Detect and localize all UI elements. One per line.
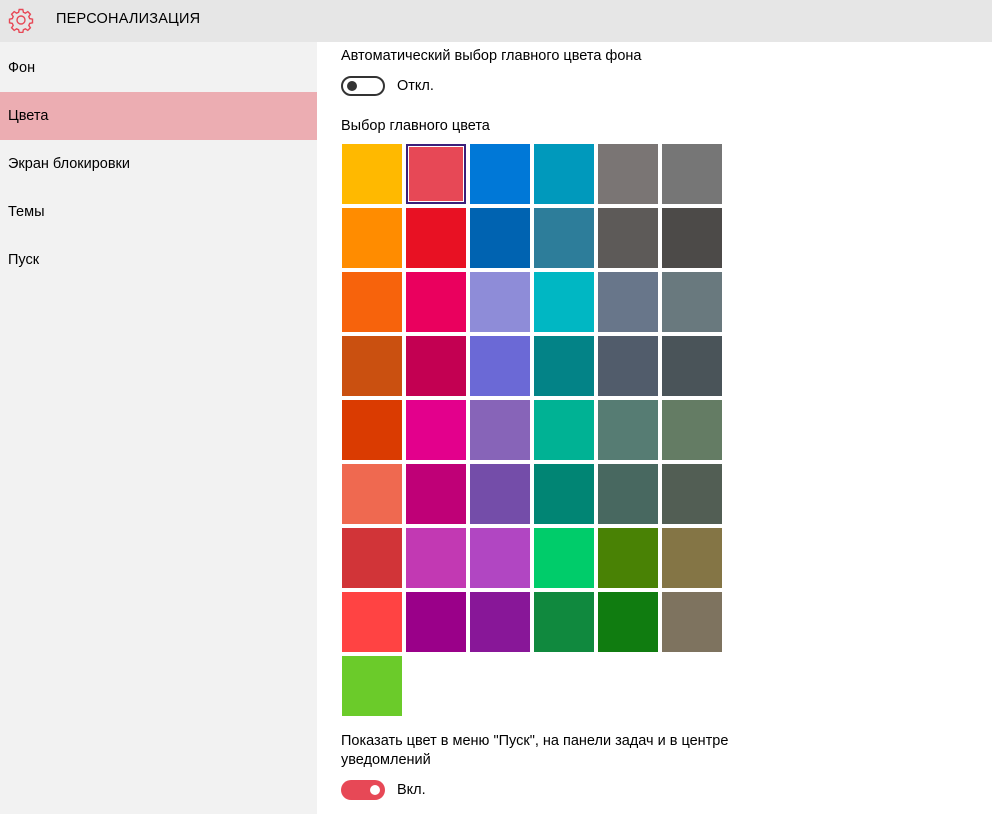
color-swatch[interactable] [406,272,466,332]
sidebar: Фон Цвета Экран блокировки Темы Пуск [0,42,317,814]
color-swatch[interactable] [662,592,722,652]
color-swatch[interactable] [598,592,658,652]
show-color-toggle[interactable] [341,780,385,800]
color-swatch[interactable] [470,592,530,652]
color-swatch[interactable] [534,464,594,524]
title-bar: ПЕРСОНАЛИЗАЦИЯ [0,0,992,42]
toggle-knob [347,81,357,91]
color-swatch[interactable] [662,464,722,524]
page-title: ПЕРСОНАЛИЗАЦИЯ [56,11,201,27]
gear-icon [8,8,34,33]
show-color-state: Вкл. [397,782,426,798]
sidebar-item-themes[interactable]: Темы [0,188,317,236]
color-swatch[interactable] [470,336,530,396]
color-swatch[interactable] [598,528,658,588]
color-swatch[interactable] [598,400,658,460]
color-swatch[interactable] [342,592,402,652]
color-swatch[interactable] [598,144,658,204]
color-swatch[interactable] [406,592,466,652]
sidebar-item-colors[interactable]: Цвета [0,92,317,140]
color-swatch[interactable] [662,208,722,268]
color-swatch[interactable] [342,528,402,588]
color-swatch[interactable] [470,144,530,204]
main-content: Автоматический выбор главного цвета фона… [317,42,992,814]
color-swatch[interactable] [470,400,530,460]
color-swatch[interactable] [598,464,658,524]
color-swatch[interactable] [534,592,594,652]
color-swatch[interactable] [406,336,466,396]
color-swatch[interactable] [534,208,594,268]
color-swatch[interactable] [470,464,530,524]
color-swatch[interactable] [342,208,402,268]
color-swatch[interactable] [342,656,402,716]
color-swatch[interactable] [342,144,402,204]
color-swatch[interactable] [406,464,466,524]
color-swatch[interactable] [662,272,722,332]
color-swatch[interactable] [662,336,722,396]
color-swatch[interactable] [534,272,594,332]
color-swatch[interactable] [342,400,402,460]
color-swatch[interactable] [406,208,466,268]
auto-color-state: Откл. [397,78,434,94]
color-swatch[interactable] [534,144,594,204]
color-swatch[interactable] [598,272,658,332]
color-swatch[interactable] [406,144,466,204]
color-swatch[interactable] [598,336,658,396]
color-swatch[interactable] [406,400,466,460]
auto-color-toggle[interactable] [341,76,385,96]
color-swatch[interactable] [534,336,594,396]
sidebar-item-lock-screen[interactable]: Экран блокировки [0,140,317,188]
accent-picker-label: Выбор главного цвета [341,118,490,134]
toggle-knob [370,785,380,795]
color-swatch[interactable] [342,336,402,396]
sidebar-item-start[interactable]: Пуск [0,236,317,284]
sidebar-item-background[interactable]: Фон [0,44,317,92]
color-swatch[interactable] [470,528,530,588]
color-swatch[interactable] [662,400,722,460]
show-color-label-line2: уведомлений [341,752,431,768]
color-swatch[interactable] [342,272,402,332]
color-swatch[interactable] [406,528,466,588]
color-swatch[interactable] [342,464,402,524]
auto-color-label: Автоматический выбор главного цвета фона [341,48,642,64]
color-swatch[interactable] [662,144,722,204]
color-swatch[interactable] [470,208,530,268]
color-swatch[interactable] [470,272,530,332]
color-swatch[interactable] [598,208,658,268]
color-swatch[interactable] [534,400,594,460]
color-swatch[interactable] [534,528,594,588]
color-swatch[interactable] [662,528,722,588]
